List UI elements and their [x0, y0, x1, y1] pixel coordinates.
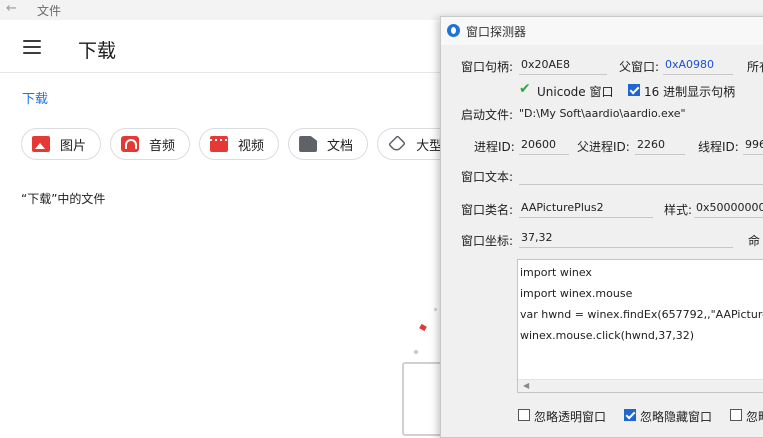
class-name-label: 窗口类名:: [461, 203, 514, 217]
chip-images[interactable]: 图片: [21, 128, 102, 160]
ignore-other-checkbox[interactable]: [730, 409, 742, 421]
ignore-hidden-label: 忽略隐藏窗口: [640, 410, 713, 424]
parent-pid-label: 父进程ID:: [577, 140, 630, 154]
document-icon: [299, 136, 318, 152]
aardio-logo-icon: [447, 24, 460, 37]
probe-title: 窗口探测器: [466, 25, 527, 39]
window-probe-dialog: 窗口探测器 窗口句柄: 0x20AE8 父窗口: 0xA0980 所有 ✔ Un…: [440, 16, 763, 438]
thread-id-label: 线程ID:: [698, 140, 739, 154]
chip-label: 大型: [416, 138, 443, 154]
chip-audio[interactable]: 音频: [110, 128, 191, 160]
video-icon: [210, 136, 229, 152]
page-title: 下载: [78, 40, 117, 62]
check-mark-icon: ✔: [519, 81, 531, 97]
command-label: 命: [748, 234, 761, 248]
chip-label: 文档: [327, 138, 354, 154]
thread-id-field[interactable]: 996: [743, 136, 763, 155]
tag-icon: [388, 134, 407, 154]
ignore-transparent-label: 忽略透明窗口: [534, 410, 607, 424]
code-editor[interactable]: import winex import winex.mouse var hwnd…: [517, 259, 763, 393]
horizontal-scrollbar[interactable]: ◀: [518, 379, 763, 392]
chip-label: 音频: [149, 138, 176, 154]
loading-dot: [419, 323, 427, 332]
style-field[interactable]: 0x50000000: [694, 199, 763, 218]
back-arrow-icon[interactable]: ←: [6, 1, 17, 16]
parent-window-field[interactable]: 0xA0980: [663, 56, 733, 75]
pid-field[interactable]: 20600: [519, 136, 569, 155]
probe-titlebar[interactable]: 窗口探测器: [441, 17, 763, 45]
unicode-window-label: Unicode 窗口: [537, 85, 614, 99]
ignore-transparent-checkbox[interactable]: [518, 409, 530, 421]
breadcrumb[interactable]: 下载: [22, 88, 48, 107]
pid-label: 进程ID:: [474, 140, 515, 154]
parent-label: 父窗口:: [619, 60, 660, 74]
coords-field[interactable]: 37,32: [519, 229, 733, 248]
window-text-label: 窗口文本:: [461, 170, 514, 184]
code-line: import winex.mouse: [520, 287, 633, 300]
files-caption: “下载”中的文件: [21, 192, 106, 206]
hex-display-label: 16 进制显示句柄: [644, 85, 736, 99]
handle-label: 窗口句柄:: [461, 60, 514, 74]
window-text-field[interactable]: [519, 166, 763, 185]
ignore-other-label: 忽略: [746, 410, 763, 424]
parent-pid-field[interactable]: 2260: [635, 136, 685, 155]
chip-documents[interactable]: 文档: [288, 128, 369, 160]
style-label: 样式:: [664, 203, 693, 217]
hex-display-checkbox[interactable]: [628, 84, 640, 96]
exe-label: 启动文件:: [461, 108, 514, 122]
app-window-title: 文件: [37, 4, 62, 18]
image-icon: [32, 136, 50, 152]
chip-video[interactable]: 视频: [199, 128, 280, 160]
code-line: winex.mouse.click(hwnd,37,32): [520, 329, 695, 342]
hamburger-menu-icon[interactable]: [23, 40, 41, 58]
chip-label: 图片: [60, 138, 87, 154]
ignore-hidden-checkbox[interactable]: [624, 409, 636, 421]
class-name-field[interactable]: AAPicturePlus2: [519, 199, 653, 218]
loading-dot: [434, 308, 437, 311]
scroll-left-icon[interactable]: ◀: [523, 381, 529, 390]
coords-label: 窗口坐标:: [461, 234, 514, 248]
chip-label: 视频: [238, 138, 265, 154]
headphones-icon: [121, 136, 140, 152]
code-line: var hwnd = winex.findEx(657792,,"AAPictu…: [520, 308, 763, 321]
handle-field[interactable]: 0x20AE8: [519, 56, 607, 75]
code-line: import winex: [520, 266, 592, 279]
filter-chips: 图片 音频 视频 文档 大型: [21, 128, 458, 160]
loading-dot: [414, 350, 418, 354]
exe-path-value: "D:\My Soft\aardio\aardio.exe": [519, 107, 686, 120]
owner-label: 所有: [747, 60, 763, 74]
